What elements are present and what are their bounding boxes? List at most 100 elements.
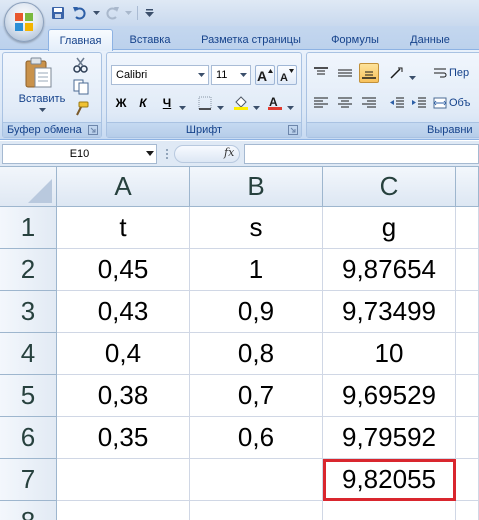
office-button[interactable] (4, 2, 44, 42)
font-color-dropdown-icon[interactable] (287, 101, 294, 113)
decrease-indent-button[interactable] (387, 93, 407, 113)
undo-icon[interactable] (70, 4, 90, 22)
redo-dropdown-icon[interactable] (124, 4, 132, 22)
cell-a8[interactable] (57, 501, 190, 520)
formula-bar-resize-handle-icon[interactable] (162, 144, 172, 164)
font-color-icon: A (268, 95, 282, 110)
chevron-down-icon[interactable] (195, 66, 208, 84)
italic-button[interactable]: К (133, 93, 153, 113)
cell-c6[interactable]: 9,79592 (323, 417, 456, 459)
format-painter-icon[interactable] (73, 101, 89, 117)
grow-font-button[interactable]: A (255, 65, 275, 85)
cell-a7[interactable] (57, 459, 190, 501)
insert-function-icon[interactable]: fx (224, 146, 234, 159)
name-box[interactable]: E10 (2, 144, 157, 164)
row-header-3[interactable]: 3 (0, 291, 57, 333)
cell-b1[interactable]: s (190, 207, 323, 249)
align-center-button[interactable] (335, 93, 355, 113)
cell-b2[interactable]: 1 (190, 249, 323, 291)
cell-c3[interactable]: 9,73499 (323, 291, 456, 333)
fill-color-dropdown-icon[interactable] (253, 101, 260, 113)
column-header-d[interactable] (456, 167, 479, 207)
fill-color-button[interactable] (231, 93, 251, 113)
save-icon[interactable] (48, 4, 68, 22)
customize-qat-icon[interactable] (143, 4, 155, 22)
row-header-7[interactable]: 7 (0, 459, 57, 501)
merge-center-button[interactable]: Объ (433, 93, 479, 113)
column-header-a[interactable]: A (57, 167, 190, 207)
cell-c7[interactable]: 9,82055 (323, 459, 456, 501)
redo-icon[interactable] (102, 4, 122, 22)
cell-a2[interactable]: 0,45 (57, 249, 190, 291)
cell-a5[interactable]: 0,38 (57, 375, 190, 417)
chevron-down-icon[interactable] (237, 66, 250, 84)
tab-insert[interactable]: Вставка (118, 29, 182, 50)
cell-a1[interactable]: t (57, 207, 190, 249)
formula-input[interactable] (244, 144, 479, 164)
tab-page-layout[interactable]: Разметка страницы (188, 29, 314, 50)
cut-icon[interactable] (73, 57, 89, 73)
bold-button[interactable]: Ж (111, 93, 131, 113)
cell-d5[interactable] (456, 375, 479, 417)
row-header-1[interactable]: 1 (0, 207, 57, 249)
underline-dropdown-icon[interactable] (179, 101, 186, 113)
select-all-corner[interactable] (0, 167, 57, 207)
cell-b7[interactable] (190, 459, 323, 501)
column-header-c[interactable]: C (323, 167, 456, 207)
font-dialog-launcher-icon[interactable] (288, 125, 298, 135)
cell-b8[interactable] (190, 501, 323, 520)
tab-data[interactable]: Данные (398, 29, 462, 50)
underline-button[interactable]: Ч (157, 93, 177, 113)
row-header-6[interactable]: 6 (0, 417, 57, 459)
orientation-button[interactable] (387, 63, 409, 83)
formula-tools: fx (160, 144, 244, 164)
align-right-button[interactable] (359, 93, 379, 113)
row-header-5[interactable]: 5 (0, 375, 57, 417)
cell-d4[interactable] (456, 333, 479, 375)
cell-c4[interactable]: 10 (323, 333, 456, 375)
font-name-combo[interactable]: Calibri (111, 65, 209, 85)
tab-formulas[interactable]: Формулы (320, 29, 390, 50)
cell-a4[interactable]: 0,4 (57, 333, 190, 375)
cell-c8[interactable] (323, 501, 456, 520)
increase-indent-button[interactable] (409, 93, 429, 113)
wrap-text-button[interactable]: Пер (433, 63, 479, 83)
tab-home[interactable]: Главная (48, 29, 113, 51)
row-header-2[interactable]: 2 (0, 249, 57, 291)
cell-d2[interactable] (456, 249, 479, 291)
cell-b6[interactable]: 0,6 (190, 417, 323, 459)
row-header-4[interactable]: 4 (0, 333, 57, 375)
align-middle-button[interactable] (335, 63, 355, 83)
clipboard-dialog-launcher-icon[interactable] (88, 125, 98, 135)
cell-b4[interactable]: 0,8 (190, 333, 323, 375)
cell-c1[interactable]: g (323, 207, 456, 249)
cell-c2[interactable]: 9,87654 (323, 249, 456, 291)
cell-b5[interactable]: 0,7 (190, 375, 323, 417)
paste-button[interactable]: Вставить (11, 55, 65, 113)
cell-d7[interactable] (456, 459, 479, 501)
copy-icon[interactable] (73, 79, 89, 95)
cell-c5[interactable]: 9,69529 (323, 375, 456, 417)
borders-button[interactable] (195, 93, 215, 113)
align-bottom-icon (362, 71, 376, 79)
font-size-combo[interactable]: 11 (211, 65, 251, 85)
cell-d3[interactable] (456, 291, 479, 333)
cell-d1[interactable] (456, 207, 479, 249)
row-header-8[interactable]: 8 (0, 501, 57, 520)
font-color-button[interactable]: A (265, 93, 285, 113)
column-header-b[interactable]: B (190, 167, 323, 207)
borders-dropdown-icon[interactable] (217, 101, 224, 113)
undo-dropdown-icon[interactable] (92, 4, 100, 22)
chevron-down-icon[interactable] (146, 151, 154, 156)
cell-d6[interactable] (456, 417, 479, 459)
align-left-button[interactable] (311, 93, 331, 113)
align-bottom-button[interactable] (359, 63, 379, 83)
cell-b3[interactable]: 0,9 (190, 291, 323, 333)
cell-d8[interactable] (456, 501, 479, 520)
orientation-dropdown-icon[interactable] (409, 71, 416, 83)
cell-a3[interactable]: 0,43 (57, 291, 190, 333)
shrink-font-button[interactable]: A (277, 65, 297, 85)
cell-a6[interactable]: 0,35 (57, 417, 190, 459)
align-top-button[interactable] (311, 63, 331, 83)
paste-dropdown-icon[interactable] (39, 108, 46, 113)
